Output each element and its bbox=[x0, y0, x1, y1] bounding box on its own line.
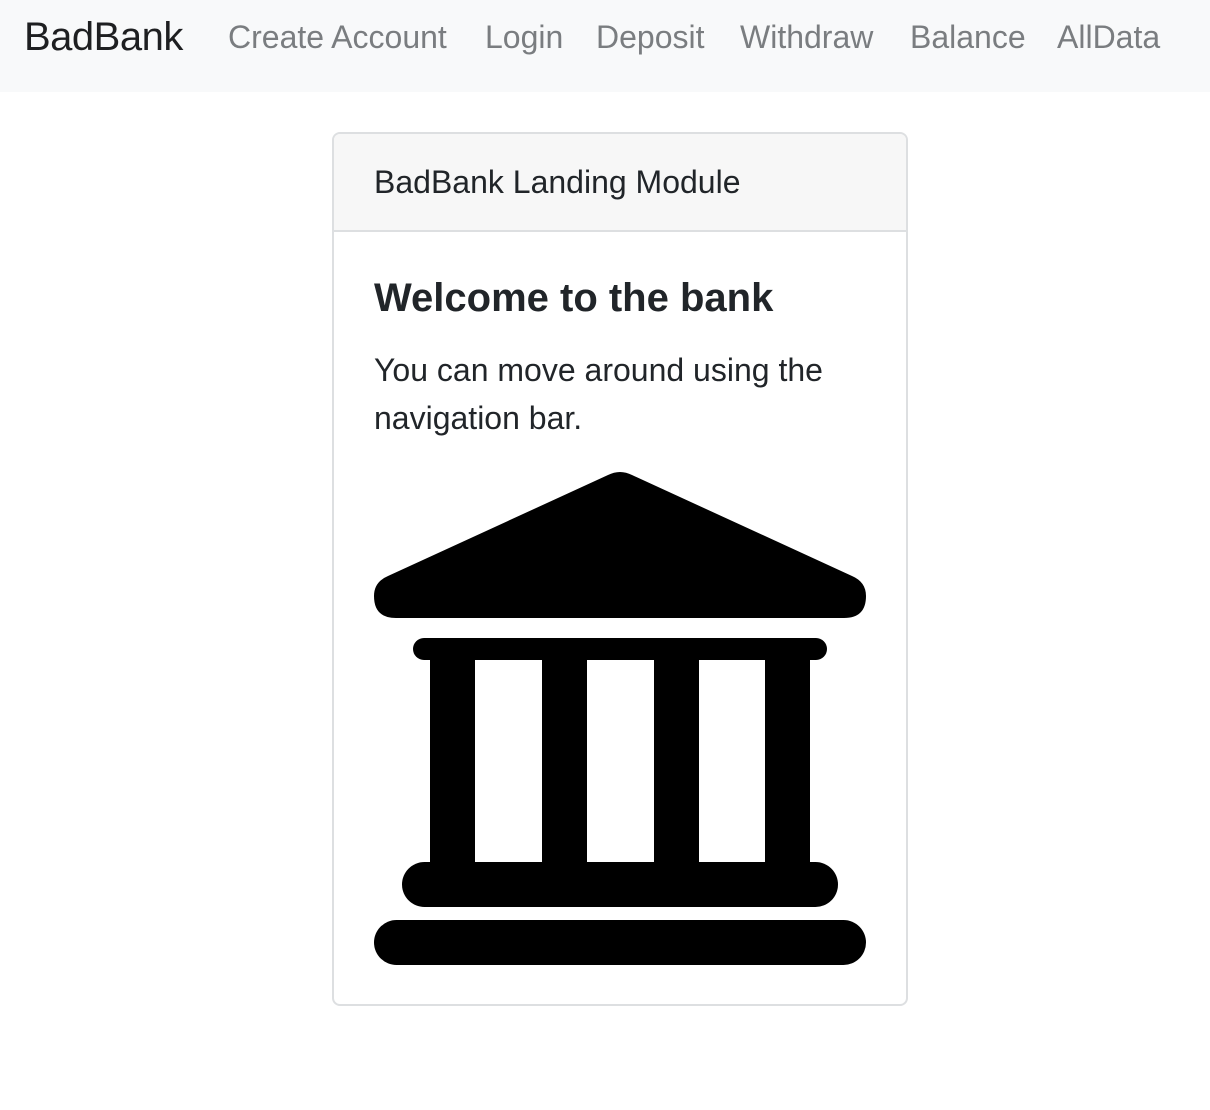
nav-link-withdraw[interactable]: Withdraw bbox=[740, 17, 873, 57]
bank-roof-shape bbox=[374, 472, 866, 618]
bank-column-4 bbox=[765, 656, 810, 866]
card-header: BadBank Landing Module bbox=[334, 134, 906, 232]
nav-link-deposit[interactable]: Deposit bbox=[596, 17, 705, 57]
bank-column-1 bbox=[430, 656, 475, 866]
bank-building-icon bbox=[374, 472, 866, 965]
nav-link-alldata[interactable]: AllData bbox=[1057, 17, 1160, 57]
nav-link-balance[interactable]: Balance bbox=[910, 17, 1026, 57]
landing-card: BadBank Landing Module Welcome to the ba… bbox=[332, 132, 908, 1006]
bank-step-base bbox=[374, 920, 866, 965]
bank-step-upper bbox=[402, 862, 838, 907]
bank-entablature bbox=[413, 638, 827, 660]
card-title: Welcome to the bank bbox=[374, 276, 774, 320]
bank-column-3 bbox=[654, 656, 699, 866]
navbar: BadBank Create Account Login Deposit Wit… bbox=[0, 0, 1210, 92]
card-header-title: BadBank Landing Module bbox=[374, 164, 741, 200]
bank-column-2 bbox=[542, 656, 587, 866]
nav-link-create-account[interactable]: Create Account bbox=[228, 17, 447, 57]
nav-link-login[interactable]: Login bbox=[485, 17, 563, 57]
card-text: You can move around using the navigation… bbox=[374, 352, 823, 436]
brand-link[interactable]: BadBank bbox=[24, 13, 183, 61]
